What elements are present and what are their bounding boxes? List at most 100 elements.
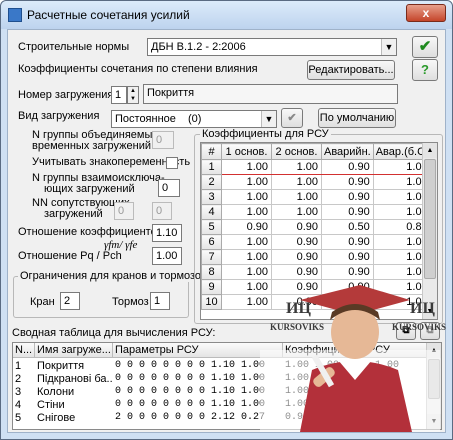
- scroll-down-icon[interactable]: ▼: [423, 304, 437, 319]
- grid-row[interactable]: 5 0.90 0.90 0.50 0.80: [201, 219, 432, 235]
- default-button[interactable]: По умолчанию: [318, 108, 396, 128]
- load-type-value: Постоянное: [115, 113, 176, 125]
- load-number-label: Номер загружения: [18, 89, 114, 101]
- grid-cell[interactable]: 1.00: [221, 264, 272, 280]
- grid-cell[interactable]: 1.00: [271, 189, 322, 205]
- grid-cell[interactable]: 1.00: [271, 204, 322, 220]
- edit-coefficients-button[interactable]: Редактировать...: [307, 60, 395, 80]
- summary-row[interactable]: 3 Колони 0 0 0 0 0 0 0 0 1.10 1.00 1.00 1.0…: [13, 386, 428, 399]
- summary-header-num[interactable]: N...: [13, 343, 35, 358]
- help-icon: ?: [421, 62, 429, 77]
- summary-header-coefs[interactable]: Коэффициенты РСУ: [283, 343, 428, 358]
- grid-cell[interactable]: 1.00: [221, 159, 272, 175]
- grid-row[interactable]: 4 1.00 1.00 0.90 1.00: [201, 204, 432, 220]
- apply-type-button[interactable]: ✔: [281, 108, 303, 128]
- grid-cell[interactable]: 0.90: [271, 219, 322, 235]
- grid-cell[interactable]: 0.90: [321, 279, 374, 295]
- summary-scrollbar[interactable]: ▲ ▼: [426, 343, 441, 429]
- load-number-input[interactable]: 1: [111, 86, 127, 104]
- summary-row[interactable]: 2 Підкранові ба... 0 0 0 0 0 0 0 0 1.10 1.…: [13, 373, 428, 386]
- grid-row-number: 8: [201, 264, 222, 280]
- copy-icon: ⧉: [402, 325, 410, 336]
- grid-cell[interactable]: 0.90: [321, 204, 374, 220]
- grid-header-num: #: [201, 143, 222, 160]
- checkmark-gray-icon: ✔: [287, 112, 297, 124]
- grid-row-number: 4: [201, 204, 222, 220]
- summary-cell-name: Покриття: [37, 360, 85, 372]
- accompanying-loads-input-1[interactable]: 0: [114, 202, 134, 220]
- load-number-spinner[interactable]: ▲ ▼: [127, 86, 139, 104]
- grid-cell[interactable]: 0.90: [271, 294, 322, 310]
- grid-row[interactable]: 8 1.00 0.90 0.90 1.00: [201, 264, 432, 280]
- summary-list[interactable]: N... Имя загруже... Параметры РСУ Коэффи…: [12, 342, 442, 430]
- grid-cell[interactable]: 1.00: [221, 279, 272, 295]
- summary-cell-params: 0 0 0 0 0 0 0 0 1.10 1.00: [115, 399, 266, 410]
- coefficients-by-impact-label: Коэффициенты сочетания по степени влияни…: [18, 63, 258, 75]
- load-name-field: Покриття: [143, 84, 398, 104]
- grid-cell[interactable]: 0.90: [221, 219, 272, 235]
- building-codes-select[interactable]: ДБН В.1.2 - 2:2006 ▼: [147, 38, 397, 56]
- grid-cell[interactable]: 1.00: [271, 159, 322, 175]
- grid-cell[interactable]: 1.00: [221, 174, 272, 190]
- building-codes-value: ДБН В.1.2 - 2:2006: [151, 41, 246, 53]
- coef-ratio-input[interactable]: 1.10: [152, 224, 182, 242]
- close-button[interactable]: x: [406, 4, 446, 22]
- accompanying-loads-input-2[interactable]: 0: [152, 202, 172, 220]
- grid-cell[interactable]: 0.90: [321, 249, 374, 265]
- checkmark-icon: ✔: [418, 38, 432, 55]
- grid-cell[interactable]: 0.50: [321, 219, 374, 235]
- grid-scrollbar[interactable]: ▲ ▼: [422, 143, 437, 319]
- grid-cell[interactable]: 0.90: [271, 279, 322, 295]
- grid-row[interactable]: 6 1.00 0.90 0.90 1.00: [201, 234, 432, 250]
- scroll-down-icon[interactable]: ▼: [427, 414, 441, 429]
- grid-cell[interactable]: 0.90: [321, 294, 374, 310]
- grid-cell[interactable]: 0.90: [271, 234, 322, 250]
- title-bar[interactable]: Расчетные сочетания усилий x: [1, 1, 452, 29]
- grid-row[interactable]: 2 1.00 1.00 0.90 1.00: [201, 174, 432, 190]
- grid-cell[interactable]: 0.90: [321, 189, 374, 205]
- scroll-up-icon[interactable]: ▲: [423, 143, 437, 158]
- grid-cell[interactable]: 1.00: [221, 249, 272, 265]
- summary-cell-name: Стіни: [37, 399, 65, 411]
- grid-cell[interactable]: 1.00: [271, 174, 322, 190]
- paste-button[interactable]: ⧉: [420, 322, 440, 340]
- rsu-coefficients-grid[interactable]: # 1 основ. 2 основ. Аварийн. Авар.(б.С) …: [200, 142, 438, 320]
- grid-cell[interactable]: 0.90: [321, 234, 374, 250]
- grid-row[interactable]: 10 1.00 0.90 0.90 1.00: [201, 294, 432, 310]
- grid-cell[interactable]: 1.00: [221, 294, 272, 310]
- grid-row-number: 1: [201, 159, 222, 175]
- pq-pch-input[interactable]: 1.00: [152, 247, 182, 265]
- summary-cell-num: 1: [15, 360, 22, 372]
- summary-row[interactable]: 1 Покриття 0 0 0 0 0 0 0 0 1.10 1.00 1.00 1…: [13, 360, 428, 373]
- exclusive-groups-input[interactable]: 0: [158, 179, 180, 197]
- help-button[interactable]: ?: [412, 59, 438, 81]
- summary-row[interactable]: 4 Стіни 0 0 0 0 0 0 0 0 1.10 1.00 1.00 1.00…: [13, 399, 428, 412]
- grid-cell[interactable]: 0.90: [321, 264, 374, 280]
- grid-cell[interactable]: 0.90: [271, 249, 322, 265]
- load-type-select[interactable]: Постоянное (0) ▼: [111, 110, 277, 128]
- grid-row[interactable]: 9 1.00 0.90 0.90 1.00: [201, 279, 432, 295]
- grid-cell[interactable]: 0.90: [321, 159, 374, 175]
- ok-button[interactable]: ✔: [412, 36, 438, 58]
- grid-cell[interactable]: 0.90: [271, 264, 322, 280]
- dialog-client-area: Строительные нормы ДБН В.1.2 - 2:2006 ▼ …: [7, 29, 446, 433]
- crane-limits-title: Ограничения для кранов и тормозов: [18, 270, 209, 282]
- grid-row[interactable]: 7 1.00 0.90 0.90 1.00: [201, 249, 432, 265]
- scroll-thumb[interactable]: [428, 359, 440, 399]
- summary-header-name[interactable]: Имя загруже...: [35, 343, 113, 358]
- grid-cell[interactable]: 1.00: [221, 234, 272, 250]
- grid-cell[interactable]: 1.00: [221, 204, 272, 220]
- grid-row[interactable]: 1 1.00 1.00 0.90 1.00: [201, 159, 432, 175]
- grid-row[interactable]: 3 1.00 1.00 0.90 1.00: [201, 189, 432, 205]
- summary-row[interactable]: 5 Снігове 2 0 0 0 0 0 0 0 2.12 0.27 0.90 0.…: [13, 412, 428, 425]
- summary-header-params[interactable]: Параметры РСУ: [113, 343, 283, 358]
- sign-change-checkbox[interactable]: [166, 157, 178, 169]
- crane-input[interactable]: 2: [60, 292, 80, 310]
- grid-cell[interactable]: 0.90: [321, 174, 374, 190]
- scroll-thumb[interactable]: [424, 159, 436, 279]
- copy-button[interactable]: ⧉: [396, 322, 416, 340]
- grid-cell[interactable]: 1.00: [221, 189, 272, 205]
- scroll-up-icon[interactable]: ▲: [427, 343, 441, 358]
- brake-input[interactable]: 1: [150, 292, 170, 310]
- union-groups-input[interactable]: 0: [152, 131, 174, 149]
